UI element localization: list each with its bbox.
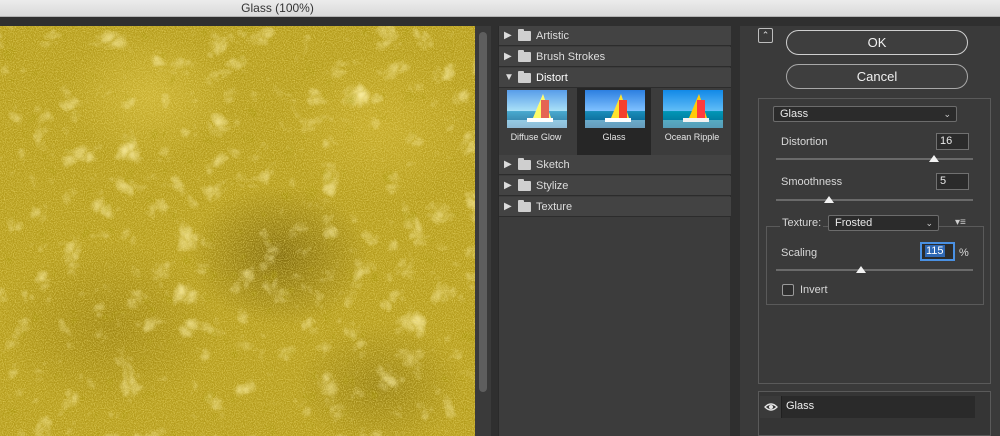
smoothness-slider[interactable] bbox=[776, 199, 973, 201]
filter-select-value: Glass bbox=[780, 108, 809, 120]
texture-select[interactable]: Frosted ⌄ bbox=[828, 215, 939, 231]
folder-label: Distort bbox=[536, 72, 568, 84]
folder-artistic[interactable]: ▶ Artistic bbox=[499, 26, 731, 46]
expand-arrow-icon: ▶ bbox=[504, 159, 512, 170]
expand-arrow-icon: ▶ bbox=[504, 30, 512, 41]
cancel-button[interactable]: Cancel bbox=[786, 64, 968, 89]
distortion-input[interactable]: 16 bbox=[936, 133, 969, 150]
invert-label: Invert bbox=[800, 284, 828, 296]
chevron-down-icon: ⌄ bbox=[925, 218, 933, 228]
smoothness-label: Smoothness bbox=[781, 176, 843, 188]
collapse-arrow-icon: ▼ bbox=[504, 72, 514, 83]
preview-canvas[interactable] bbox=[0, 26, 475, 436]
texture-menu-icon[interactable]: ▾≡ bbox=[955, 217, 966, 228]
scaling-slider[interactable] bbox=[776, 269, 973, 271]
folder-open-icon bbox=[518, 71, 531, 83]
collapse-arrow-icon[interactable]: ⌃ bbox=[758, 28, 773, 43]
folder-distort[interactable]: ▼ Distort bbox=[499, 68, 731, 88]
scaling-value: 115 bbox=[925, 245, 945, 257]
distortion-label: Distortion bbox=[781, 136, 828, 148]
folder-icon bbox=[518, 179, 531, 191]
folder-stylize[interactable]: ▶ Stylize bbox=[499, 176, 731, 196]
effect-layer-name: Glass bbox=[786, 400, 815, 412]
distortion-slider[interactable] bbox=[776, 158, 973, 160]
expand-arrow-icon: ▶ bbox=[504, 201, 512, 212]
folder-icon bbox=[518, 158, 531, 170]
filter-gallery: ▶ Artistic ▶ Brush Strokes ▼ Distort Dif… bbox=[498, 26, 731, 436]
invert-checkbox[interactable] bbox=[782, 284, 794, 296]
distort-thumbnails: Diffuse Glow Glass Ocean Ripple bbox=[499, 88, 731, 156]
scaling-label: Scaling bbox=[781, 247, 818, 259]
folder-icon bbox=[518, 200, 531, 212]
smoothness-input[interactable]: 5 bbox=[936, 173, 969, 190]
folder-label: Artistic bbox=[536, 30, 569, 42]
folder-brush-strokes[interactable]: ▶ Brush Strokes bbox=[499, 47, 731, 67]
thumb-label: Ocean Ripple bbox=[664, 132, 720, 142]
preview-scrollbar-thumb[interactable] bbox=[479, 32, 487, 392]
folder-icon bbox=[518, 50, 531, 62]
scaling-input[interactable]: 115 bbox=[921, 243, 954, 260]
folder-label: Stylize bbox=[536, 180, 569, 192]
eye-icon bbox=[764, 403, 778, 411]
filter-thumb-diffuse-glow[interactable]: Diffuse Glow bbox=[499, 88, 573, 156]
window-title: Glass (100%) bbox=[241, 1, 314, 15]
thumb-label: Diffuse Glow bbox=[510, 132, 562, 142]
folder-label: Texture bbox=[536, 201, 573, 213]
folder-label: Sketch bbox=[536, 159, 570, 171]
texture-select-value: Frosted bbox=[835, 217, 873, 229]
distortion-slider-thumb[interactable] bbox=[928, 155, 939, 162]
thumbnail-image bbox=[507, 90, 567, 128]
smoothness-slider-thumb[interactable] bbox=[824, 196, 835, 203]
glass-texture-pattern bbox=[0, 26, 475, 436]
filter-thumb-glass[interactable]: Glass bbox=[577, 88, 651, 156]
folder-texture[interactable]: ▶ Texture bbox=[499, 197, 731, 217]
expand-arrow-icon: ▶ bbox=[504, 51, 512, 62]
filter-select[interactable]: Glass ⌄ bbox=[773, 106, 957, 122]
folder-label: Brush Strokes bbox=[536, 51, 606, 63]
expand-arrow-icon: ▶ bbox=[504, 180, 512, 191]
filter-thumb-ocean-ripple[interactable]: Ocean Ripple bbox=[655, 88, 729, 156]
thumb-label: Glass bbox=[602, 132, 626, 142]
chevron-down-icon: ⌄ bbox=[943, 109, 951, 119]
texture-group bbox=[766, 226, 984, 305]
scaling-unit: % bbox=[959, 247, 969, 259]
title-bar: Glass (100%) bbox=[0, 0, 1000, 17]
thumbnail-image bbox=[663, 90, 723, 128]
folder-icon bbox=[518, 29, 531, 41]
thumbnail-image bbox=[585, 90, 645, 128]
scaling-slider-thumb[interactable] bbox=[855, 266, 866, 273]
texture-label: Texture: bbox=[780, 217, 824, 229]
ok-button[interactable]: OK bbox=[786, 30, 968, 55]
folder-sketch[interactable]: ▶ Sketch bbox=[499, 155, 731, 175]
layer-visibility-toggle[interactable] bbox=[760, 396, 782, 418]
